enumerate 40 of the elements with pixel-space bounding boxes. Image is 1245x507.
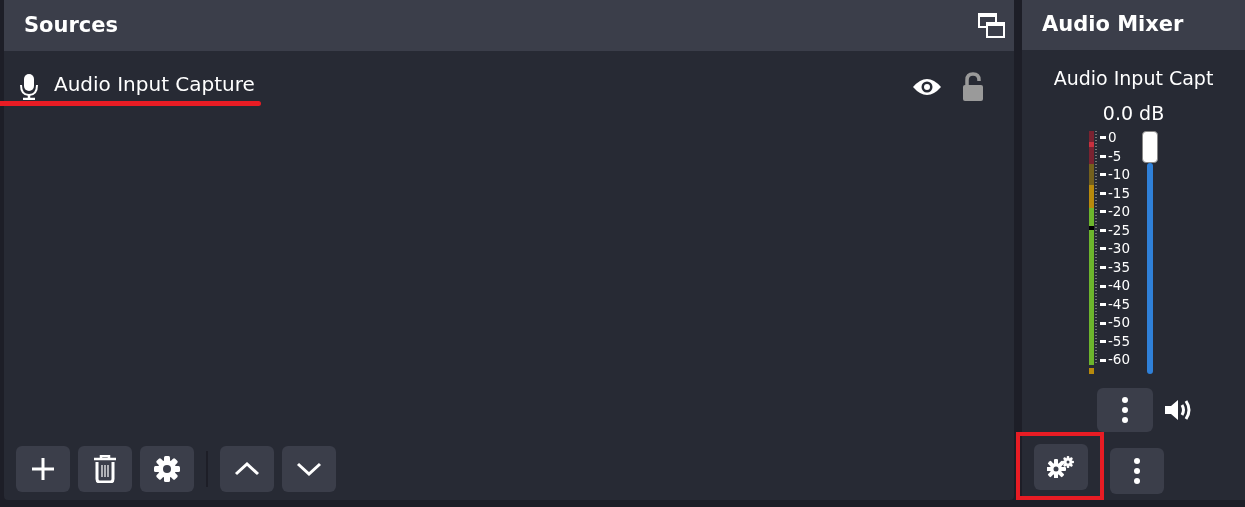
menu-button[interactable] — [1110, 448, 1164, 494]
dock-icon[interactable] — [978, 12, 1006, 39]
scale-label: -5 — [1099, 149, 1122, 164]
scale-label: -50 — [1099, 316, 1131, 330]
scale-label: -20 — [1099, 205, 1131, 219]
more-icon — [1134, 458, 1140, 484]
scale-label: -60 — [1099, 353, 1131, 367]
scale-label: -15 — [1099, 186, 1131, 201]
panel-title: Audio Mixer — [1042, 11, 1184, 39]
microphone-icon — [20, 74, 38, 100]
scale-label: -35 — [1099, 260, 1131, 275]
source-name[interactable]: Audio Input Capture — [54, 68, 255, 99]
more-icon — [1121, 397, 1128, 423]
menu-button[interactable] — [1096, 388, 1153, 432]
scale-label: -40 — [1099, 279, 1131, 293]
unlock-icon[interactable] — [962, 72, 984, 102]
chevron-up-icon — [234, 462, 260, 476]
move-down-button[interactable] — [282, 446, 336, 492]
volume-slider-handle[interactable] — [1142, 131, 1159, 163]
scale-label: -25 — [1099, 223, 1131, 238]
scale-label: 0 — [1099, 131, 1117, 145]
volume-reading: 0.0 dB — [1102, 100, 1165, 126]
trash-icon — [93, 455, 117, 483]
gears-icon — [1047, 456, 1075, 478]
move-up-button[interactable] — [220, 446, 274, 492]
remove-button[interactable] — [78, 446, 132, 492]
settings-icon — [154, 456, 180, 482]
eye-icon[interactable] — [912, 77, 942, 97]
scale-label: -55 — [1099, 334, 1131, 349]
advanced-audio-button[interactable] — [1034, 444, 1088, 490]
add-button[interactable] — [16, 446, 70, 492]
speaker-icon[interactable] — [1162, 398, 1193, 422]
scale-label: -45 — [1099, 297, 1131, 312]
scale-label: -30 — [1099, 242, 1131, 256]
chevron-down-icon — [296, 462, 322, 476]
channel-name: Audio Input Capt — [1053, 66, 1214, 91]
add-icon — [31, 457, 55, 481]
scale-label: -10 — [1099, 168, 1131, 182]
properties-button[interactable] — [140, 446, 194, 492]
panel-title: Sources — [24, 11, 119, 39]
